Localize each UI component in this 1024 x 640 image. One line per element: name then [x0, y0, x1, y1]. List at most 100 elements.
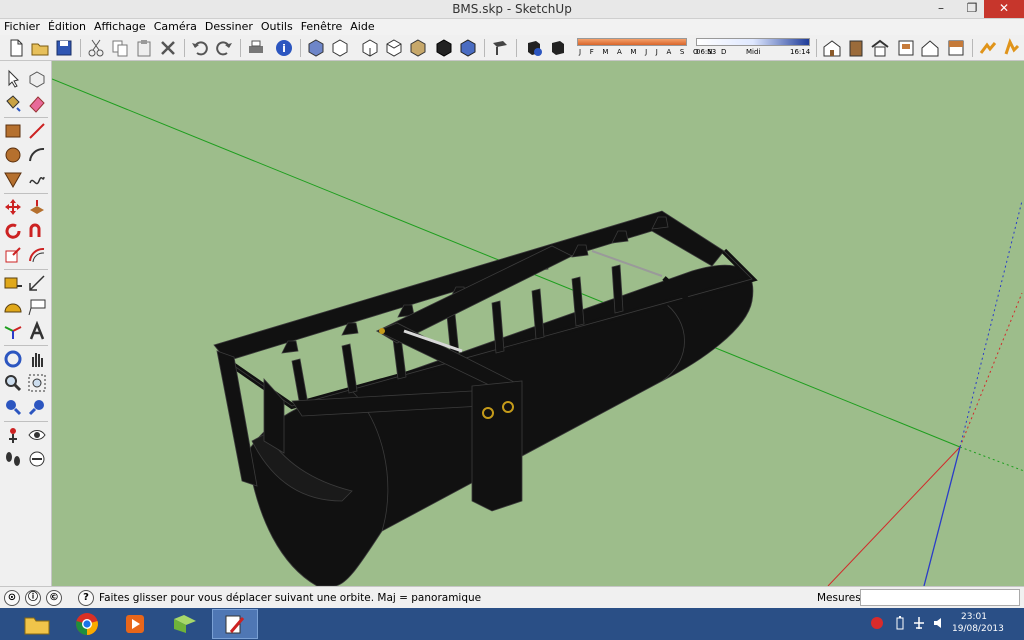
back-view-icon[interactable] — [408, 38, 428, 58]
minimize-button[interactable]: – — [927, 0, 955, 18]
volume-tray-icon[interactable] — [932, 616, 946, 633]
menu-edition[interactable]: Édition — [44, 19, 90, 34]
save-icon[interactable] — [54, 38, 74, 58]
grate-bar — [291, 358, 309, 407]
home-icon[interactable] — [870, 38, 890, 58]
dynamic-component-icon[interactable] — [1002, 38, 1022, 58]
make-component-icon[interactable] — [27, 69, 47, 89]
measurements-input[interactable] — [860, 589, 1020, 606]
status-bar: ⊙ ⓘ © ? Faites glisser pour vous déplace… — [0, 586, 1024, 608]
menu-aide[interactable]: Aide — [346, 19, 378, 34]
grate-front-leg — [263, 377, 285, 454]
menu-fichier[interactable]: Fichier — [0, 19, 44, 34]
look-around-icon[interactable] — [27, 425, 47, 445]
erase-icon[interactable] — [158, 38, 178, 58]
freehand-tool-icon[interactable] — [27, 169, 47, 189]
arc-tool-icon[interactable] — [27, 145, 47, 165]
zoom-window-icon[interactable] — [27, 373, 47, 393]
red-axis — [827, 446, 961, 586]
undo-icon[interactable] — [190, 38, 210, 58]
top-view-icon[interactable] — [330, 38, 350, 58]
open-file-icon[interactable] — [30, 38, 50, 58]
month-slider[interactable]: J F M A M J J A S O N D — [577, 38, 726, 58]
follow-me-tool-icon[interactable] — [27, 221, 47, 241]
section-tool-icon[interactable] — [27, 449, 47, 469]
axes-tool-icon[interactable] — [3, 321, 23, 341]
copy-icon[interactable] — [110, 38, 130, 58]
zoom-extents-icon[interactable] — [27, 397, 47, 417]
tape-measure-icon[interactable] — [3, 273, 23, 293]
right-view-icon[interactable] — [384, 38, 404, 58]
push-pull-tool-icon[interactable] — [27, 197, 47, 217]
chrome-icon[interactable] — [64, 609, 110, 639]
front-view-icon[interactable] — [360, 38, 380, 58]
component-icon[interactable] — [846, 38, 866, 58]
menu-outils[interactable]: Outils — [257, 19, 297, 34]
help-icon[interactable]: ? — [78, 590, 94, 606]
warehouse-icon[interactable] — [822, 38, 842, 58]
circle-tool-icon[interactable] — [3, 145, 23, 165]
media-player-icon[interactable] — [112, 609, 158, 639]
sandbox-icon[interactable] — [978, 38, 998, 58]
print-icon[interactable] — [246, 38, 266, 58]
shaded-style-icon[interactable] — [434, 38, 454, 58]
protractor-tool-icon[interactable] — [3, 297, 23, 317]
file-explorer-icon[interactable] — [14, 609, 60, 639]
pivot-pin-left — [482, 407, 494, 419]
model-info-icon[interactable]: i — [274, 38, 294, 58]
text-tool-icon[interactable] — [27, 297, 47, 317]
3d-text-tool-icon[interactable] — [27, 321, 47, 341]
model-canvas — [52, 78, 1024, 586]
menu-dessiner[interactable]: Dessiner — [201, 19, 257, 34]
rectangle-tool-icon[interactable] — [3, 121, 23, 141]
menu-affichage[interactable]: Affichage — [90, 19, 150, 34]
menu-camera[interactable]: Caméra — [150, 19, 201, 34]
dimension-tool-icon[interactable] — [27, 273, 47, 293]
close-button[interactable]: ✕ — [984, 0, 1024, 18]
share-model-icon[interactable] — [946, 38, 966, 58]
paste-icon[interactable] — [134, 38, 154, 58]
zoom-tool-icon[interactable] — [3, 373, 23, 393]
scale-tool-icon[interactable] — [3, 245, 23, 265]
line-tool-icon[interactable] — [27, 121, 47, 141]
blue-axis — [923, 446, 961, 586]
system-clock[interactable]: 23:01 19/08/2013 — [952, 611, 1004, 635]
sketchup-taskbar-icon[interactable] — [212, 609, 258, 639]
redo-icon[interactable] — [214, 38, 234, 58]
cut-icon[interactable] — [86, 38, 106, 58]
textured-style-icon[interactable] — [458, 38, 478, 58]
pan-tool-icon[interactable] — [27, 349, 47, 369]
svg-text:i: i — [282, 42, 286, 55]
shadow-toggle-icon[interactable] — [548, 38, 568, 58]
eraser-tool-icon[interactable] — [27, 93, 47, 113]
new-file-icon[interactable] — [6, 38, 26, 58]
section-plane-icon[interactable] — [490, 38, 510, 58]
house-outline-icon[interactable] — [920, 38, 940, 58]
shadow-info-icon[interactable] — [524, 38, 544, 58]
menu-fenetre[interactable]: Fenêtre — [297, 19, 347, 34]
offset-tool-icon[interactable] — [27, 245, 47, 265]
photo-app-icon[interactable] — [162, 609, 208, 639]
iso-view-icon[interactable] — [306, 38, 326, 58]
credits-icon[interactable]: ⓘ — [25, 590, 41, 606]
battery-tray-icon[interactable] — [895, 616, 905, 633]
title-bar: BMS.skp - SketchUp – ❐ ✕ — [0, 0, 1024, 19]
paint-bucket-icon[interactable] — [3, 93, 23, 113]
previous-view-icon[interactable] — [3, 397, 23, 417]
polygon-tool-icon[interactable] — [3, 169, 23, 189]
model-viewport[interactable] — [52, 61, 1024, 586]
position-camera-icon[interactable] — [3, 425, 23, 445]
move-tool-icon[interactable] — [3, 197, 23, 217]
antivirus-tray-icon[interactable] — [870, 616, 884, 633]
rotate-tool-icon[interactable] — [3, 221, 23, 241]
walk-tool-icon[interactable] — [3, 449, 23, 469]
geolocation-icon[interactable]: ⊙ — [4, 590, 20, 606]
user-account-icon[interactable]: © — [46, 590, 62, 606]
extension-icon[interactable] — [896, 38, 916, 58]
time-slider[interactable]: 06:53 Midi 16:14 — [696, 38, 810, 58]
pivot-pin-right — [502, 401, 514, 413]
orbit-tool-icon[interactable] — [3, 349, 23, 369]
select-tool-icon[interactable] — [3, 69, 23, 89]
restore-button[interactable]: ❐ — [958, 0, 986, 18]
airplane-mode-icon[interactable] — [912, 616, 926, 633]
